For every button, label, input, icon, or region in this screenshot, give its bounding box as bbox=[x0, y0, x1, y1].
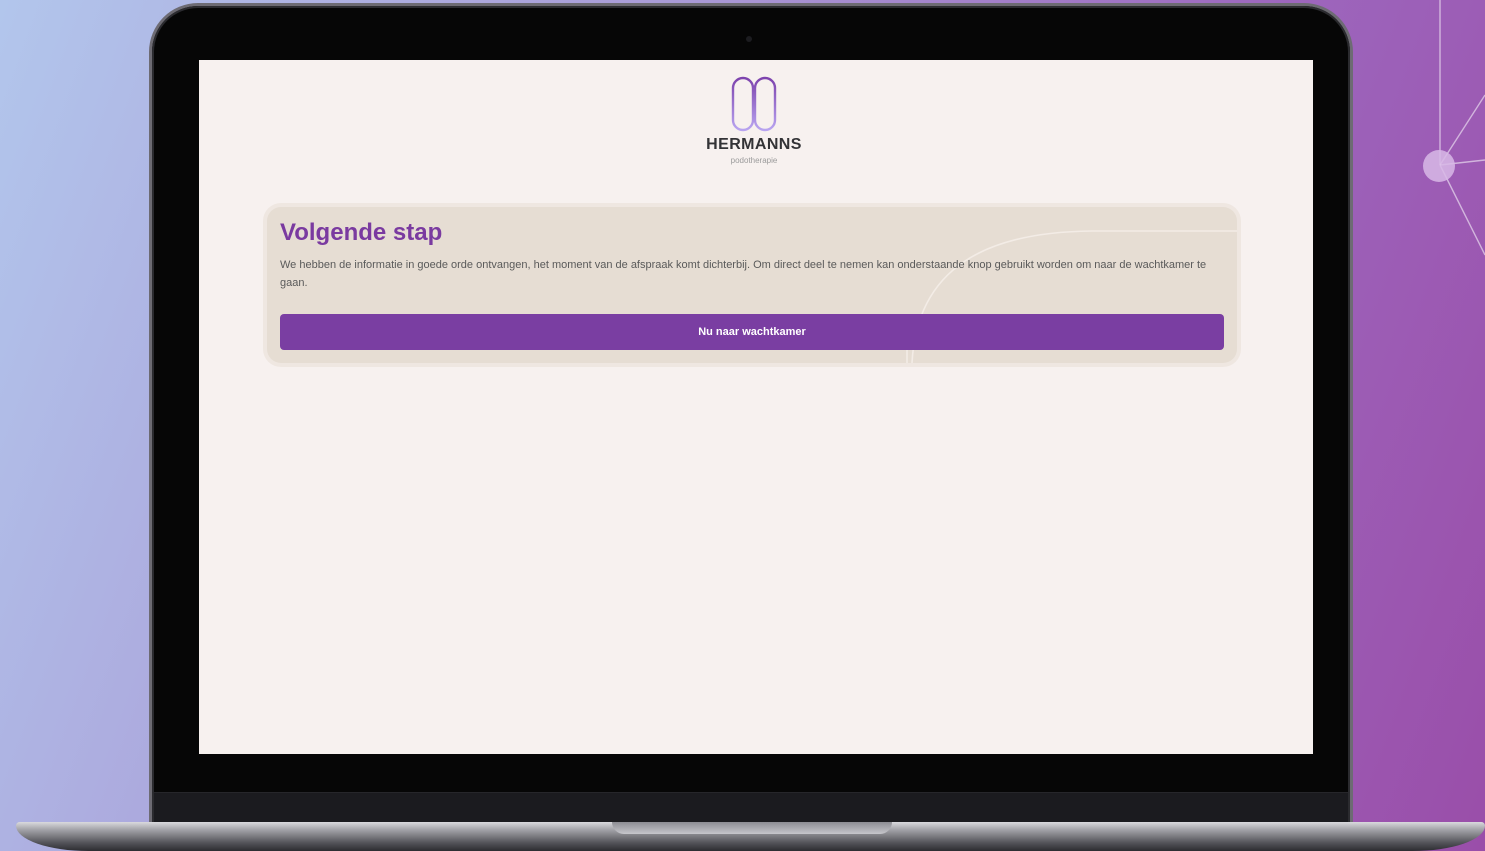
next-step-card: Volgende stap We hebben de informatie in… bbox=[267, 207, 1237, 363]
brand-subtitle: podotherapie bbox=[730, 156, 778, 165]
brand-logo: HERMANNS podotherapie bbox=[689, 76, 819, 165]
laptop-screen: HERMANNS podotherapie Volgende stap We h… bbox=[199, 60, 1313, 754]
laptop-hinge-notch bbox=[612, 822, 892, 834]
hermanns-logo-icon bbox=[731, 76, 777, 132]
webcam-icon bbox=[746, 36, 752, 42]
brand-name: HERMANNS bbox=[706, 136, 802, 153]
go-to-waiting-room-button[interactable]: Nu naar wachtkamer bbox=[280, 314, 1224, 350]
card-description: We hebben de informatie in goede orde on… bbox=[280, 259, 1207, 289]
card-title: Volgende stap bbox=[280, 219, 443, 246]
